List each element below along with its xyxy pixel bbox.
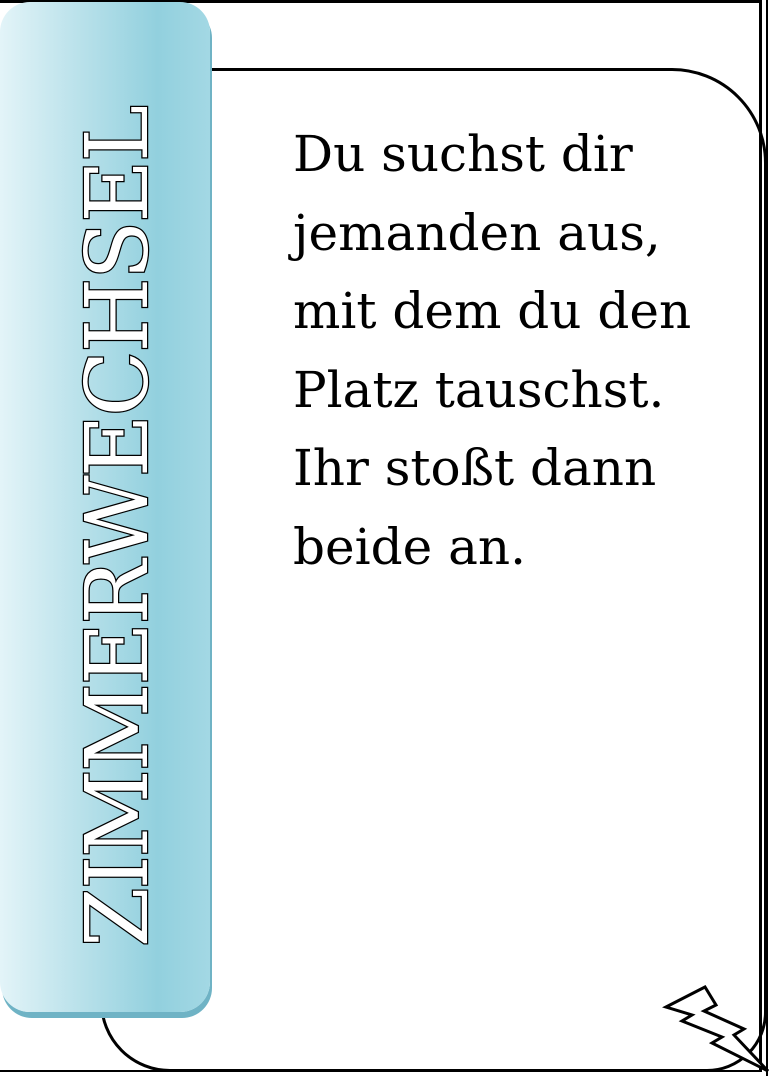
instruction-line: Ihr stoßt dann [293,439,657,497]
instruction-line: beide an. [293,517,526,576]
instruction-line: Du suchst dir [293,125,633,183]
card-instruction-text: Du suchst dir jemanden aus, mit dem du d… [293,115,733,586]
card-title: ZIMMERWECHSEL [67,106,170,949]
title-tab: ZIMMERWECHSEL [0,2,210,1012]
instruction-line: Platz tauschst. [293,360,665,419]
lightning-bolt-icon [662,985,770,1073]
instruction-line: mit dem du den [293,282,692,340]
card-page: ZIMMERWECHSEL Du suchst dir jemanden aus… [0,0,772,1076]
instruction-line: jemanden aus, [293,203,661,262]
